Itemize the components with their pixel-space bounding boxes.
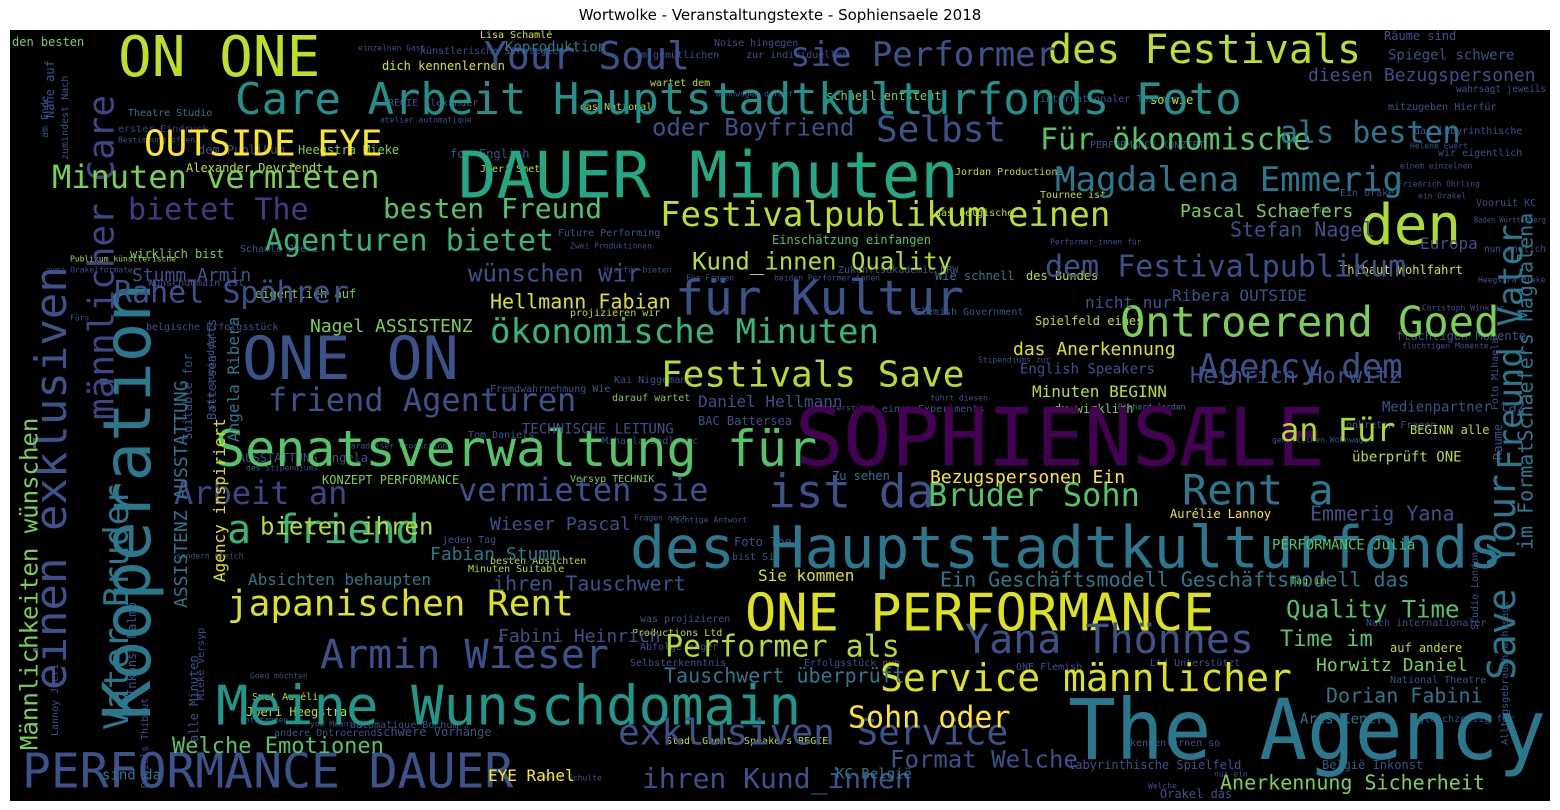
- wordcloud-word: was projizieren: [640, 614, 730, 625]
- wordcloud-word: wünschen wir: [468, 260, 641, 288]
- wordcloud-word: Daniel Hellmann: [698, 392, 843, 411]
- wordcloud-word: Friedrich Ohrling: [1398, 180, 1480, 189]
- wordcloud-word: Time im: [1280, 627, 1373, 652]
- wordcloud-word: Europa: [1420, 234, 1478, 253]
- wordcloud-word: Tauschwert überprüft: [664, 663, 905, 687]
- wordcloud-word: Heinrich Horwitz: [1190, 364, 1402, 389]
- wordcloud-word: Jordan Productions: [955, 167, 1063, 178]
- wordcloud-word: Theatre Studio: [128, 108, 212, 119]
- wordcloud-word: Minuten vermieten: [52, 158, 380, 196]
- wordcloud-word: Ribera OUTSIDE: [1172, 286, 1307, 305]
- wordcloud-word: Fabian Stumm: [430, 544, 560, 565]
- wordcloud-word: Anerkennung Sicherheit: [1220, 770, 1485, 794]
- wordcloud-word: Agency inspiriert: [210, 418, 229, 582]
- wordcloud-word: ihren Tauschwert: [493, 571, 686, 595]
- wordcloud-word: Wieser Pascal: [490, 514, 631, 535]
- wordcloud-word: als besten: [1280, 116, 1461, 151]
- wordcloud-word: Agenturen bietet: [265, 224, 554, 259]
- wordcloud-word: Welche: [1148, 782, 1177, 791]
- wordcloud-word: Quality Time: [1286, 596, 1459, 624]
- wordcloud-word: Minuten BEGINN: [1032, 382, 1167, 401]
- wordcloud-word: ASSISTENZ AUSSTATTUNG: [171, 380, 192, 608]
- wordcloud-word: Einschätzung einfangen: [772, 233, 931, 247]
- wordcloud-word: Selbst: [876, 110, 1006, 151]
- wordcloud-word: Kund_innen Quality: [692, 248, 952, 276]
- wordcloud-word: Vooruit KC: [1476, 198, 1536, 209]
- wordcloud-word: sie Performer: [790, 35, 1056, 75]
- wordcloud-word: überprüft ONE: [1352, 449, 1462, 465]
- wordcloud-word: Mieke Versyp: [196, 628, 207, 700]
- wordcloud-word: Service männlicher: [880, 656, 1292, 700]
- wordcloud-word: einem einzelnen: [1400, 162, 1472, 171]
- wordcloud-word: Ein Geschäftsmodell Geschäftsmodell das: [940, 567, 1410, 591]
- wordcloud-word: friend Agenturen: [268, 381, 576, 419]
- wordcloud-word: Sohn oder: [848, 701, 1011, 736]
- wordcloud-word: nicht nur: [1085, 293, 1172, 312]
- wordcloud-word: Zwei Produktionen: [570, 242, 652, 251]
- wordcloud-word: Format Welche: [890, 746, 1078, 774]
- wordcloud-word: Dorian Fabini: [1326, 683, 1483, 707]
- wordcloud-word: männlicher Care: [82, 95, 123, 420]
- wordcloud-word: oder Boyfriend: [652, 114, 854, 142]
- wordcloud-word: Festivalpublikum einen: [660, 195, 1110, 235]
- wordcloud-word: Arbeit an: [174, 474, 347, 512]
- wordcloud-word: Welche Emotionen: [172, 734, 384, 759]
- wordcloud-canvas: Alexander Devriendt Kai Niggemann Tom Dani…: [10, 30, 1550, 801]
- wordcloud-word: wirklich bist: [130, 247, 224, 261]
- wordcloud-word: Senatsverwaltung für: [215, 420, 817, 478]
- wordcloud-word: Spiegel schwere: [1388, 47, 1514, 63]
- wordcloud-word: wahrsagt jeweils: [1456, 84, 1546, 95]
- wordcloud-svg: Alexander DevriendtKai NiggemannTom Dani…: [10, 30, 1550, 801]
- wordcloud-word: Hellmann Fabian: [490, 289, 671, 313]
- wordcloud-word: Nähe auf: [43, 60, 57, 118]
- wordcloud-word: Stumm Armin: [132, 265, 251, 286]
- wordcloud-word: Sie kommen: [758, 566, 854, 585]
- wordcloud-word: Arts Centre: [1300, 711, 1393, 727]
- wordcloud-word: Future Performing: [558, 228, 660, 239]
- wordcloud-word: ökonomische Minuten: [490, 312, 879, 352]
- wordcloud-word: BEGINN alle: [1410, 423, 1489, 437]
- wordcloud-word: Räume sind: [1384, 30, 1456, 43]
- wordcloud-word: Noise hingegen: [714, 38, 798, 49]
- wordcloud-word: den besten: [12, 35, 84, 49]
- chart-title: Wortwolke - Veranstaltungstexte - Sophie…: [578, 6, 982, 24]
- wordcloud-word: Stefan Nagel: [1230, 217, 1375, 241]
- wordcloud-word: an Für: [1280, 411, 1396, 449]
- wordcloud-word: mitzugeben Hierfür: [1388, 102, 1496, 113]
- wordcloud-word: PERFORMANCE Julia: [1272, 537, 1415, 553]
- wordcloud-word: im FormatSchaefers Magdalena: [1513, 213, 1537, 550]
- wordcloud-word: Koproduktion: [505, 39, 606, 55]
- wordcloud-word: zumindest Nach: [60, 76, 71, 160]
- wordcloud-word: Vater Bruder: [97, 484, 137, 730]
- wordcloud-word: Performer als: [665, 630, 900, 665]
- wordcloud-word: Performer_innen für: [1050, 238, 1142, 247]
- wordcloud-word: Festivals Save: [661, 355, 964, 396]
- wordcloud-word: Emmerig Yana: [1310, 501, 1455, 525]
- wordcloud-word: diesen Bezugspersonen: [1308, 65, 1536, 86]
- wordcloud-word: das Anerkennung: [1013, 339, 1176, 360]
- wordcloud-word: Magdalena Emmerig: [1055, 160, 1403, 200]
- wordcloud-word: sind da: [102, 767, 161, 783]
- wordcloud-word: bietet The: [128, 193, 309, 228]
- wordcloud-word: KC België: [836, 766, 912, 782]
- wordcloud-word: Medienpartner taz: [1382, 399, 1525, 415]
- wordcloud-word: EYE Rahel: [488, 766, 575, 785]
- wordcloud-word: einzelnen Gast: [358, 44, 426, 53]
- wordcloud-word: auf andere: [1390, 641, 1462, 655]
- wordcloud-word: Absichten behaupten: [248, 570, 431, 589]
- wordcloud-word: Nagel ASSISTENZ: [310, 316, 473, 337]
- wordcloud-word: Horwitz Daniel: [1316, 655, 1468, 676]
- wordcloud-word: besten Freund: [383, 192, 602, 225]
- wordcloud-word: TECHNISCHE LEITUNG: [522, 421, 674, 437]
- wordcloud-word: bieten ihren: [260, 513, 433, 541]
- wordcloud-word: vermieten sie: [458, 471, 708, 509]
- wordcloud-word: Fabini Heinrich: [498, 626, 661, 647]
- wordcloud-word: dem Festivalpublikum: [1045, 250, 1406, 285]
- wordcloud-word: sie zumindest: [206, 332, 217, 410]
- wordcloud-word: Für ökonomische: [1040, 123, 1311, 158]
- wordcloud-word: English Speakers: [1020, 361, 1155, 377]
- wordcloud-word: ist da: [768, 465, 934, 519]
- wordcloud-word: Männlichkeiten wünschen: [16, 418, 44, 750]
- wordcloud-word: Bezugspersonen Ein: [930, 467, 1125, 488]
